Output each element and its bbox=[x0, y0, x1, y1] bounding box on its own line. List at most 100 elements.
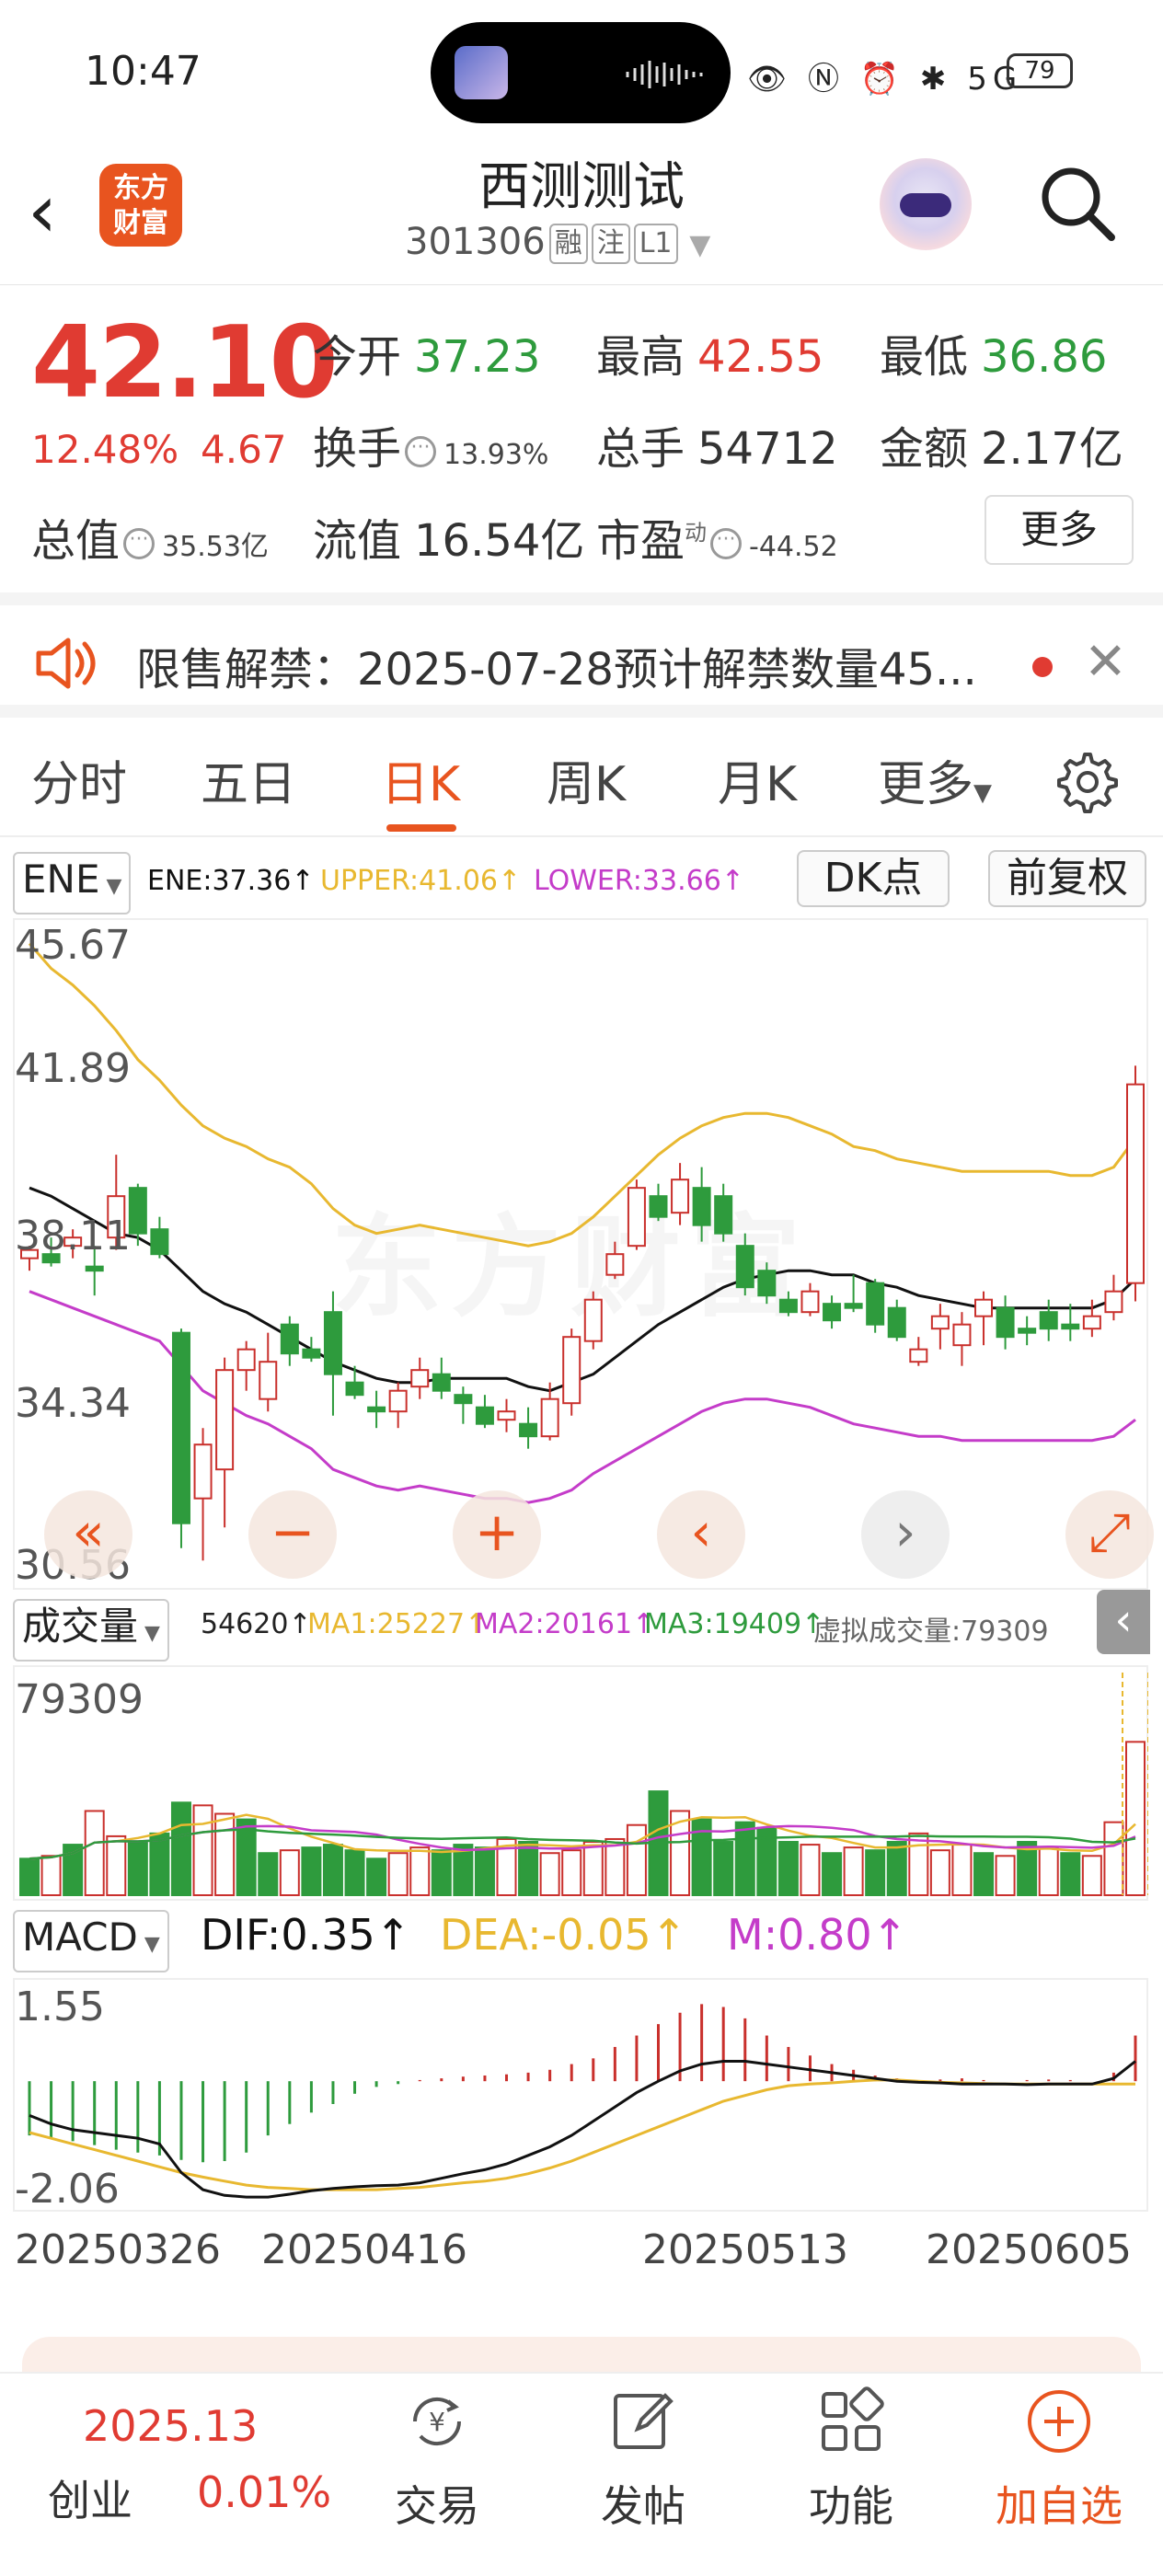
dk-point-button[interactable]: DK点 bbox=[797, 850, 950, 907]
zoom-in-button[interactable]: + bbox=[453, 1490, 541, 1579]
index-percent[interactable]: 0.01% bbox=[197, 2467, 331, 2517]
volume-bar bbox=[1060, 1852, 1081, 1896]
indicator-select[interactable]: ENE ▼ bbox=[13, 852, 132, 914]
tab-weekly-k[interactable]: 周K bbox=[547, 745, 626, 814]
volume-bar bbox=[409, 1846, 431, 1897]
macd-chart[interactable] bbox=[13, 1978, 1148, 2212]
tag-level: L1 bbox=[633, 224, 678, 264]
volume-bar bbox=[561, 1849, 582, 1896]
index-name[interactable]: 创业 bbox=[48, 2467, 132, 2528]
kline-axis-l3: 38.11 bbox=[15, 1213, 131, 1259]
candle-body bbox=[909, 1348, 928, 1363]
info-dots-icon[interactable]: ··· bbox=[123, 528, 155, 559]
functions-button[interactable]: 功能 bbox=[782, 2385, 920, 2534]
collapse-panel-button[interactable]: ‹ bbox=[1097, 1590, 1150, 1654]
date-label: 20250326 bbox=[15, 2226, 221, 2273]
macd-indicator-select[interactable]: MACD ▼ bbox=[13, 1910, 169, 1972]
scroll-right-button[interactable]: › bbox=[861, 1490, 950, 1579]
adjust-button[interactable]: 前复权 bbox=[988, 850, 1146, 907]
volume-indicator-select[interactable]: 成交量 ▼ bbox=[13, 1599, 169, 1662]
trade-button[interactable]: ¥ 交易 bbox=[368, 2385, 506, 2534]
candle-body bbox=[367, 1406, 386, 1413]
candle-body bbox=[778, 1298, 798, 1314]
candle-body bbox=[844, 1303, 863, 1309]
legend-lower: LOWER:33.66↑ bbox=[534, 865, 744, 897]
add-watchlist-button[interactable]: 加自选 bbox=[990, 2385, 1128, 2534]
candle-body bbox=[1039, 1311, 1058, 1330]
search-icon[interactable] bbox=[1036, 162, 1119, 245]
volume-bar bbox=[713, 1841, 734, 1896]
svg-text:¥: ¥ bbox=[429, 2407, 445, 2437]
candle-body bbox=[1061, 1323, 1080, 1330]
post-button[interactable]: 发帖 bbox=[574, 2385, 712, 2534]
more-stats-button[interactable]: 更多 bbox=[985, 495, 1134, 565]
dynamic-island[interactable] bbox=[431, 22, 731, 123]
gear-icon[interactable] bbox=[1054, 749, 1121, 815]
volume-bar bbox=[865, 1849, 886, 1896]
volume-bar bbox=[322, 1844, 343, 1896]
candle-body bbox=[1082, 1315, 1101, 1330]
caret-down-icon: ▼ bbox=[99, 875, 122, 898]
legend-ma1: MA1:25227↑ bbox=[307, 1608, 489, 1640]
stock-code: 301306 bbox=[405, 221, 546, 263]
high-value: 42.55 bbox=[697, 331, 824, 383]
candle-body bbox=[735, 1245, 754, 1289]
turnover-value: 13.93% bbox=[443, 439, 549, 471]
candle-body bbox=[128, 1187, 147, 1235]
candle-body bbox=[974, 1298, 994, 1317]
assistant-avatar[interactable] bbox=[880, 158, 972, 250]
scroll-left-button[interactable]: ‹ bbox=[657, 1490, 745, 1579]
turnover-label: 换手 bbox=[313, 423, 402, 475]
low-value: 36.86 bbox=[981, 331, 1108, 383]
mktcap-label: 总值 bbox=[31, 515, 121, 567]
candle-body bbox=[1018, 1328, 1037, 1334]
volume-select-value: 成交量 bbox=[22, 1604, 139, 1649]
legend-upper: UPPER:41.06↑ bbox=[320, 865, 522, 897]
kline-axis-l2: 41.89 bbox=[15, 1045, 131, 1092]
info-dots-icon[interactable]: ··· bbox=[405, 436, 437, 467]
kline-chart[interactable] bbox=[13, 918, 1148, 1590]
volume-bar bbox=[995, 1855, 1016, 1897]
notice-bar[interactable]: 限售解禁：2025-07-28预计解禁数量45... ✕ bbox=[0, 592, 1163, 718]
volume-bar bbox=[951, 1844, 973, 1896]
candle-body bbox=[410, 1369, 430, 1388]
float-value: 16.54亿 bbox=[414, 515, 585, 567]
candle-body bbox=[800, 1290, 820, 1314]
candle-body bbox=[345, 1381, 364, 1397]
candle-body bbox=[454, 1394, 473, 1405]
tab-intraday[interactable]: 分时 bbox=[31, 745, 127, 814]
candle-body bbox=[996, 1306, 1015, 1339]
media-thumbnail bbox=[455, 46, 508, 99]
caret-down-icon: ▼ bbox=[973, 779, 993, 807]
stock-code-row[interactable]: 301306 融注 L1 ▼ bbox=[405, 221, 710, 264]
volume-bar bbox=[605, 1837, 626, 1897]
active-tab-indicator bbox=[386, 824, 456, 832]
info-dots-icon[interactable]: ··· bbox=[710, 528, 743, 559]
edit-icon bbox=[614, 2393, 674, 2449]
macd-select-value: MACD bbox=[22, 1915, 138, 1960]
tab-monthly-k[interactable]: 月K bbox=[718, 745, 797, 814]
fullscreen-button[interactable]: ⤢ bbox=[1065, 1490, 1154, 1579]
legend-ma2: MA2:20161↑ bbox=[475, 1608, 656, 1640]
candle-body bbox=[302, 1348, 321, 1359]
index-value[interactable]: 2025.13 bbox=[83, 2401, 258, 2451]
tab-5day[interactable]: 五日 bbox=[201, 745, 296, 814]
notice-text: 限售解禁：2025-07-28预计解禁数量45... bbox=[136, 644, 977, 696]
scroll-start-button[interactable]: « bbox=[44, 1490, 132, 1579]
trade-label: 交易 bbox=[395, 2481, 479, 2531]
audio-wave-icon bbox=[626, 61, 703, 88]
candle-body bbox=[323, 1311, 342, 1375]
tab-daily-k[interactable]: 日K bbox=[381, 745, 460, 814]
legend-dea: DEA:-0.05↑ bbox=[440, 1910, 687, 1960]
volume-bar bbox=[1103, 1821, 1124, 1897]
candle-body bbox=[150, 1228, 169, 1256]
zoom-out-button[interactable]: − bbox=[248, 1490, 337, 1579]
pe-label: 市盈 bbox=[596, 515, 685, 567]
candle-body bbox=[649, 1195, 668, 1218]
volume-bar bbox=[822, 1852, 843, 1896]
volume-chart[interactable] bbox=[13, 1665, 1148, 1901]
candle-body bbox=[562, 1336, 582, 1405]
tab-more[interactable]: 更多▼ bbox=[878, 745, 992, 814]
float-label: 流值 bbox=[313, 515, 402, 567]
close-icon[interactable]: ✕ bbox=[1084, 635, 1127, 690]
